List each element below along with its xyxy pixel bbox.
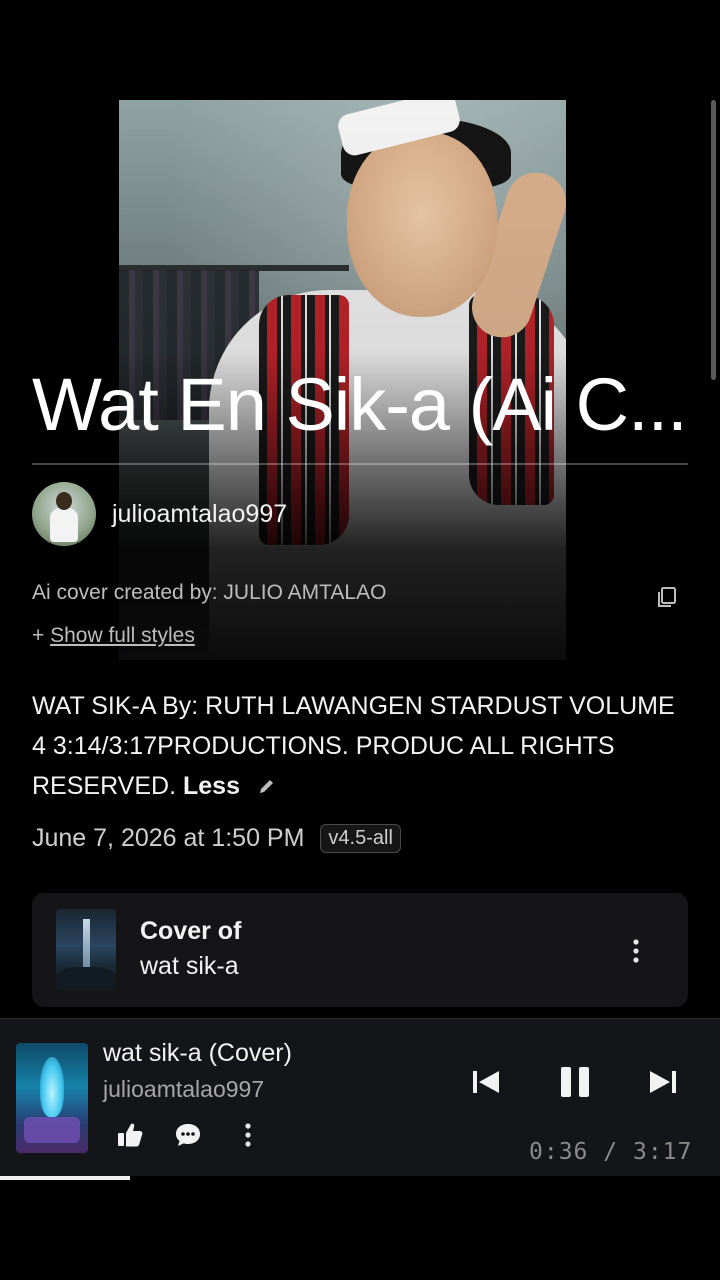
mini-player[interactable]: wat sik-a (Cover) julioamtalao997 0:36 /…	[0, 1018, 720, 1180]
avatar[interactable]	[32, 482, 96, 546]
copy-icon[interactable]	[655, 585, 679, 609]
version-badge: v4.5-all	[320, 824, 401, 853]
song-title: Wat En Sik-a (Ai C...	[32, 363, 688, 446]
creator-name[interactable]: julioamtalao997	[112, 500, 287, 529]
player-artwork[interactable]	[16, 1043, 88, 1153]
more-vertical-icon[interactable]	[630, 937, 642, 965]
lyrics-body: WAT SIK-A By: RUTH LAWANGEN STARDUST VOL…	[32, 692, 675, 800]
title-divider	[32, 463, 688, 465]
song-detail-screen: Wat En Sik-a (Ai C... julioamtalao997 Ai…	[0, 0, 720, 1280]
lyrics-text: WAT SIK-A By: RUTH LAWANGEN STARDUST VOL…	[32, 686, 682, 806]
show-styles-prefix: +	[32, 624, 51, 647]
created-date: June 7, 2026 at 1:50 PM	[32, 824, 305, 852]
player-title[interactable]: wat sik-a (Cover)	[103, 1039, 292, 1068]
thumbs-up-icon[interactable]	[116, 1121, 144, 1149]
total-duration: 3:17	[632, 1139, 693, 1165]
progress-fill[interactable]	[0, 1176, 130, 1180]
elapsed-time: 0:36	[529, 1139, 589, 1165]
cover-of-card[interactable]: Cover of wat sik-a	[32, 893, 688, 1007]
scrollbar[interactable]	[711, 100, 716, 380]
comment-icon[interactable]	[174, 1121, 202, 1149]
song-meta: June 7, 2026 at 1:50 PM v4.5-all	[32, 824, 401, 853]
skip-previous-icon[interactable]	[470, 1067, 502, 1097]
creator-row[interactable]: julioamtalao997	[32, 482, 287, 546]
cover-thumbnail	[56, 909, 116, 991]
pause-icon[interactable]	[557, 1065, 593, 1099]
pencil-icon[interactable]	[257, 776, 277, 796]
skip-next-icon[interactable]	[647, 1067, 679, 1097]
show-styles-link[interactable]: Show full styles	[50, 624, 195, 647]
player-artist[interactable]: julioamtalao997	[103, 1076, 264, 1103]
playback-time: 0:36 / 3:17	[529, 1139, 692, 1165]
cover-of-label: Cover of	[140, 917, 242, 945]
show-full-styles[interactable]: + Show full styles	[32, 624, 195, 648]
cover-of-song: wat sik-a	[140, 952, 239, 980]
style-description: Ai cover created by: JULIO AMTALAO	[32, 581, 387, 604]
more-vertical-icon[interactable]	[242, 1121, 254, 1149]
time-separator: /	[603, 1139, 619, 1165]
less-button[interactable]: Less	[183, 772, 240, 800]
